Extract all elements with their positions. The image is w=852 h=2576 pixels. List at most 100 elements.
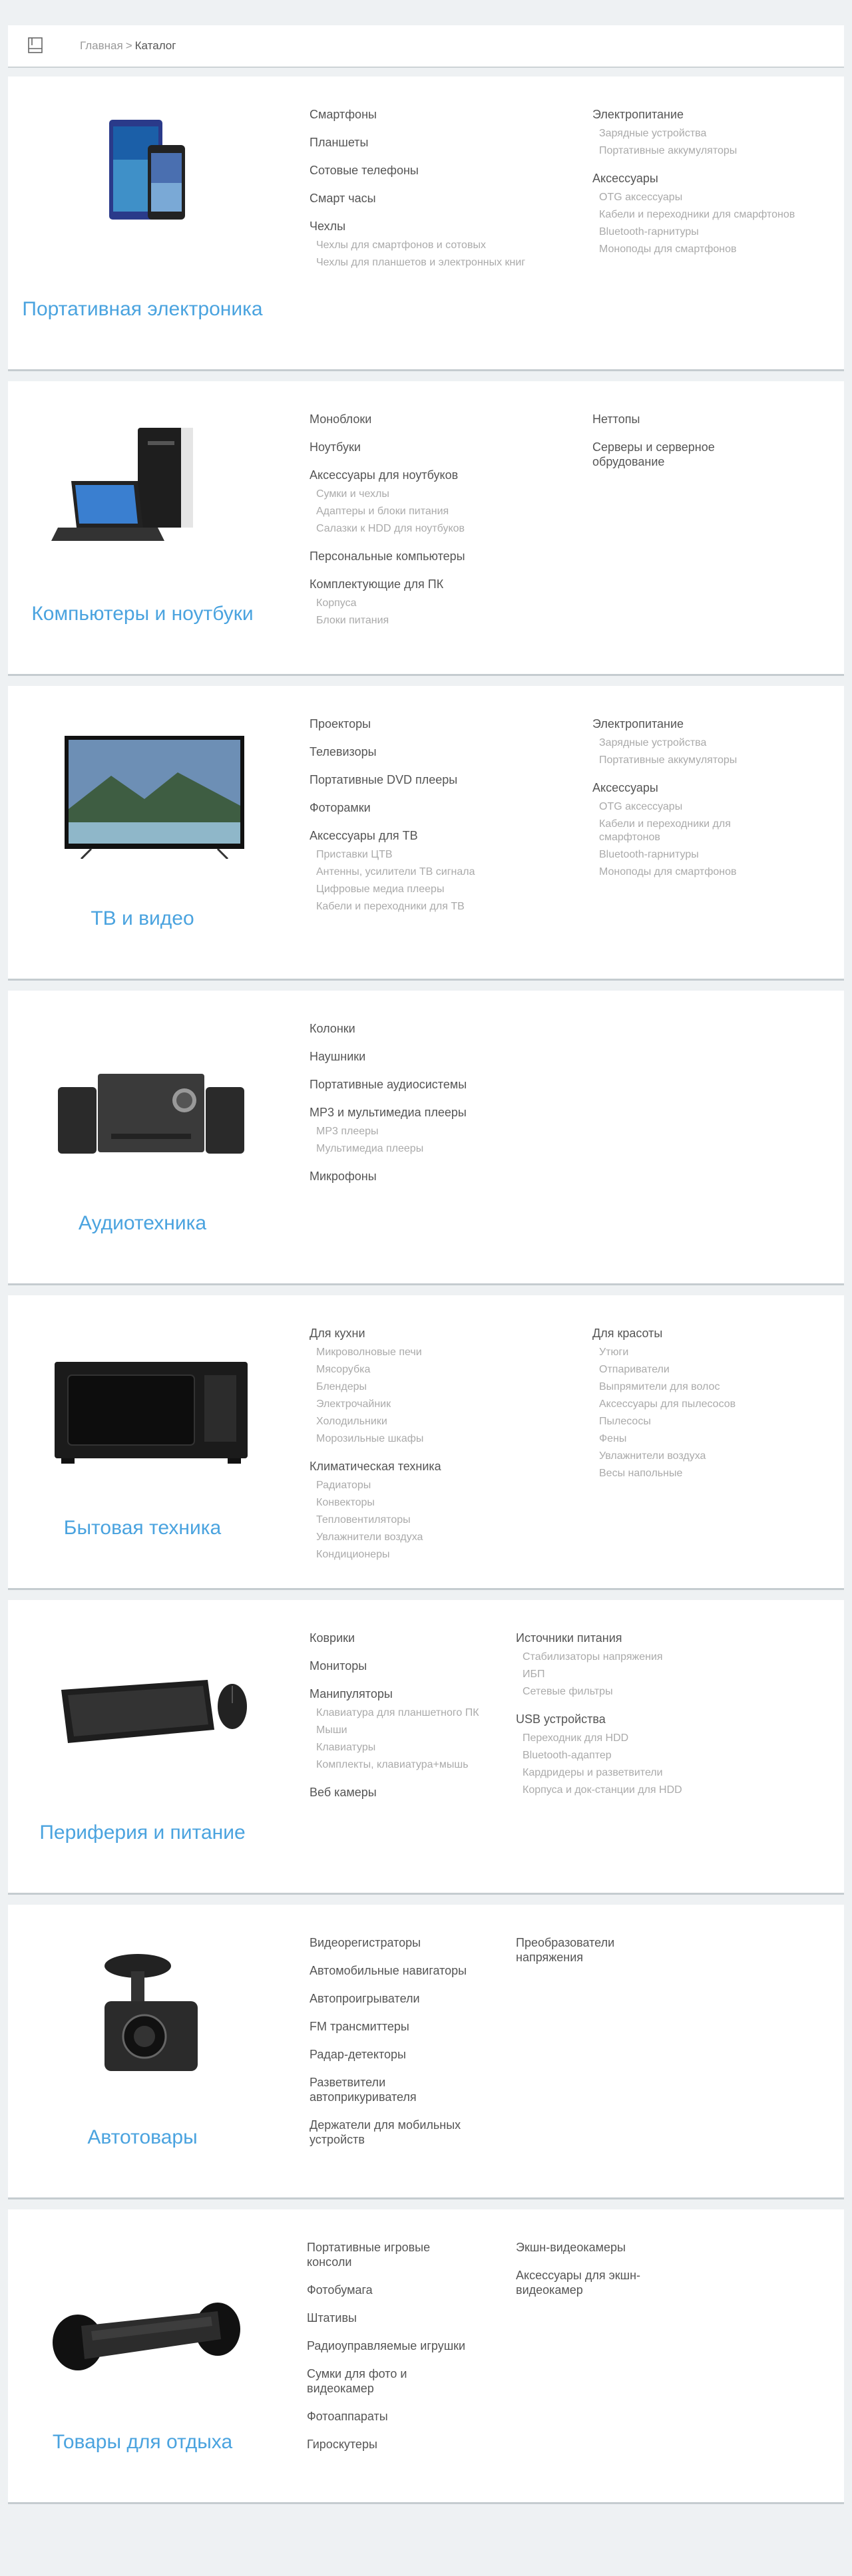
breadcrumb-home-link[interactable]: Главная [80,39,123,52]
category-link[interactable]: Персональные компьютеры [310,549,576,564]
subcategory-link[interactable]: Мультимедиа плееры [316,1142,576,1156]
subcategory-link[interactable]: Портативные аккумуляторы [599,754,739,767]
category-link[interactable]: Разветвители автоприкуривателя [310,2075,443,2104]
section-title[interactable]: Бытовая техника [8,1517,277,1539]
subcategory-link[interactable]: Bluetooth-гарнитуры [599,848,739,862]
section-title[interactable]: Товары для отдыха [8,2431,277,2454]
category-link[interactable]: Комплектующие для ПК [310,577,576,591]
category-link[interactable]: USB устройства [516,1712,682,1726]
subcategory-link[interactable]: Мыши [316,1724,509,1737]
computers-image[interactable] [8,381,274,607]
subcategory-link[interactable]: Радиаторы [316,1479,576,1492]
category-link[interactable]: Коврики [310,1631,509,1645]
portable-electronics-image[interactable] [8,77,274,303]
category-link[interactable]: Источники питания [516,1631,682,1645]
subcategory-link[interactable]: Конвекторы [316,1496,576,1510]
category-link[interactable]: Сумки для фото и видеокамер [307,2366,413,2396]
category-link[interactable]: Климатическая техника [310,1459,576,1474]
subcategory-link[interactable]: Электрочайник [316,1398,576,1411]
subcategory-link[interactable]: Кондиционеры [316,1548,576,1561]
category-link[interactable]: Аксессуары для ноутбуков [310,468,576,482]
category-link[interactable]: Штативы [307,2311,507,2325]
section-title[interactable]: Компьютеры и ноутбуки [8,603,277,625]
catalog-icon[interactable] [28,37,43,53]
subcategory-link[interactable]: OTG аксессуары [599,800,739,814]
subcategory-link[interactable]: Увлажнители воздуха [599,1450,792,1463]
subcategory-link[interactable]: Приставки ЦТВ [316,848,576,862]
subcategory-link[interactable]: Зарядные устройства [599,736,739,750]
subcategory-link[interactable]: Блендеры [316,1380,576,1394]
category-link[interactable]: Аксессуары [592,171,832,186]
subcategory-link[interactable]: Кабели и переходники для ТВ [316,900,576,913]
section-title[interactable]: Портативная электроника [8,298,277,321]
category-link[interactable]: MP3 и мультимедиа плееры [310,1105,576,1120]
subcategory-link[interactable]: Антенны, усилители ТВ сигнала [316,866,576,879]
category-link[interactable]: Портативные аудиосистемы [310,1077,576,1092]
audio-image[interactable] [8,991,274,1217]
category-link[interactable]: Для красоты [592,1326,792,1341]
category-link[interactable]: Моноблоки [310,412,576,426]
subcategory-link[interactable]: Блоки питания [316,614,576,627]
tv-image[interactable] [8,686,274,912]
subcategory-link[interactable]: Комплекты, клавиатура+мышь [316,1758,509,1772]
category-link[interactable]: Серверы и серверное обрудование [592,440,765,469]
category-link[interactable]: Преобразователи напряжения [516,1935,649,1965]
category-link[interactable]: Держатели для мобильных устройств [310,2118,489,2147]
subcategory-link[interactable]: Холодильники [316,1415,576,1428]
category-link[interactable]: Наушники [310,1049,576,1064]
subcategory-link[interactable]: Морозильные шкафы [316,1432,576,1446]
auto-image[interactable] [8,1905,274,2131]
appliances-image[interactable] [8,1295,274,1522]
subcategory-link[interactable]: Утюги [599,1346,792,1359]
subcategory-link[interactable]: Кардридеры и разветвители [523,1766,682,1780]
subcategory-link[interactable]: Чехлы для планшетов и электронных книг [316,256,576,269]
category-link[interactable]: Фоторамки [310,800,576,815]
category-link[interactable]: Фотобумага [307,2283,507,2297]
section-title[interactable]: Аудиотехника [8,1212,277,1235]
subcategory-link[interactable]: MP3 плееры [316,1125,576,1138]
category-link[interactable]: Неттопы [592,412,765,426]
subcategory-link[interactable]: Кабели и переходники для смарфтонов [599,818,739,844]
subcategory-link[interactable]: Отпариватели [599,1363,792,1376]
subcategory-link[interactable]: Тепловентиляторы [316,1514,576,1527]
category-link[interactable]: Автомобильные навигаторы [310,1963,509,1978]
peripherals-image[interactable] [8,1600,274,1826]
subcategory-link[interactable]: Сетевые фильтры [523,1685,682,1698]
subcategory-link[interactable]: Клавиатура для планшетного ПК [316,1706,509,1720]
category-link[interactable]: Аксессуары для ТВ [310,828,576,843]
category-link[interactable]: Планшеты [310,135,576,150]
category-link[interactable]: Телевизоры [310,744,576,759]
category-link[interactable]: Мониторы [310,1659,509,1673]
subcategory-link[interactable]: Аксессуары для пылесосов [599,1398,792,1411]
category-link[interactable]: Портативные DVD плееры [310,772,576,787]
category-link[interactable]: Гироскутеры [307,2437,507,2452]
subcategory-link[interactable]: Bluetooth-гарнитуры [599,226,832,239]
category-link[interactable]: Электропитание [592,717,739,731]
section-title[interactable]: ТВ и видео [8,907,277,930]
category-link[interactable]: Веб камеры [310,1785,509,1800]
category-link[interactable]: Смарт часы [310,191,576,206]
category-link[interactable]: Ноутбуки [310,440,576,454]
subcategory-link[interactable]: Салазки к HDD для ноутбуков [316,522,576,536]
category-link[interactable]: Смартфоны [310,107,576,122]
subcategory-link[interactable]: Чехлы для смартфонов и сотовых [316,239,576,252]
category-link[interactable]: Фотоаппараты [307,2409,507,2424]
category-link[interactable]: Автопроигрыватели [310,1991,509,2006]
category-link[interactable]: Сотовые телефоны [310,163,576,178]
category-link[interactable]: Экшн-видеокамеры [516,2240,662,2255]
category-link[interactable]: Портативные игровые консоли [307,2240,460,2269]
subcategory-link[interactable]: Сумки и чехлы [316,488,576,501]
section-title[interactable]: Периферия и питание [8,1822,277,1844]
category-link[interactable]: Манипуляторы [310,1687,509,1701]
subcategory-link[interactable]: Весы напольные [599,1467,792,1480]
subcategory-link[interactable]: Стабилизаторы напряжения [523,1651,682,1664]
subcategory-link[interactable]: Зарядные устройства [599,127,832,140]
subcategory-link[interactable]: Клавиатуры [316,1741,509,1754]
category-link[interactable]: Колонки [310,1021,576,1036]
category-link[interactable]: Проекторы [310,717,576,731]
subcategory-link[interactable]: Увлажнители воздуха [316,1531,576,1544]
subcategory-link[interactable]: Кабели и переходники для смарфтонов [599,208,832,222]
subcategory-link[interactable]: Моноподы для смартфонов [599,243,832,256]
subcategory-link[interactable]: Цифровые медиа плееры [316,883,576,896]
subcategory-link[interactable]: Корпуса [316,597,576,610]
